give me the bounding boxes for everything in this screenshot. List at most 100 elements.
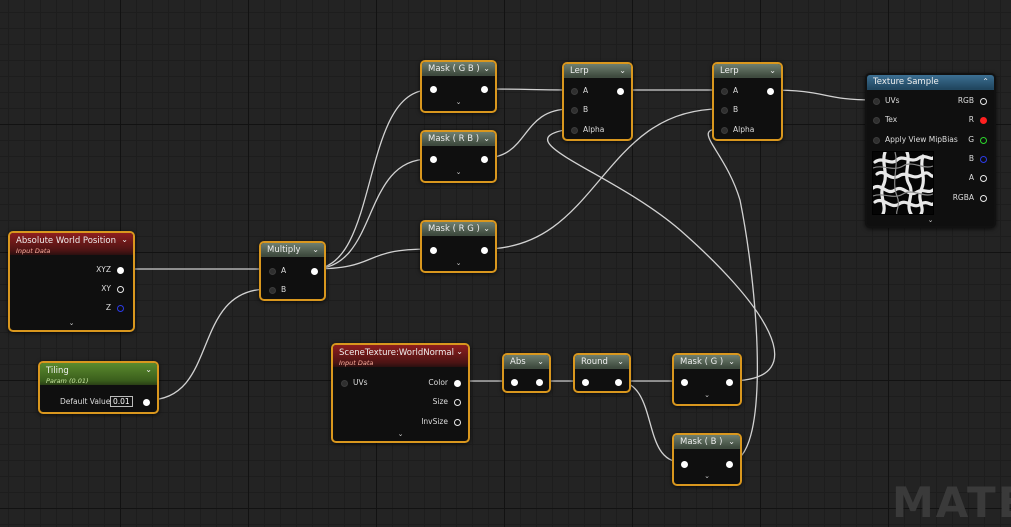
- connection-wires: [121, 88, 875, 463]
- pin-b[interactable]: [571, 107, 578, 114]
- chevron-down-icon[interactable]: ⌄: [537, 357, 544, 366]
- pin-output[interactable]: [311, 268, 318, 275]
- pin-tex[interactable]: [873, 117, 880, 124]
- expand-icon[interactable]: ⌄: [456, 259, 462, 267]
- pin-input[interactable]: [681, 461, 688, 468]
- chevron-down-icon[interactable]: ⌄: [617, 357, 624, 366]
- mask-rb-node[interactable]: Mask ( R B ) ⌄ ⌄: [420, 130, 497, 183]
- pin-output[interactable]: [726, 461, 733, 468]
- node-title: Multiply: [267, 245, 301, 255]
- node-header: Texture Sample ⌃: [867, 75, 994, 90]
- pin-rgb[interactable]: [980, 98, 987, 105]
- chevron-down-icon[interactable]: ⌄: [456, 347, 463, 356]
- mask-g-node[interactable]: Mask ( G ) ⌄ ⌄: [672, 353, 742, 406]
- mask-b-node[interactable]: Mask ( B ) ⌄ ⌄: [672, 433, 742, 486]
- pin-output[interactable]: [617, 88, 624, 95]
- pin-output[interactable]: [536, 379, 543, 386]
- expand-icon[interactable]: ⌄: [456, 98, 462, 106]
- pin-label-tex: Tex: [885, 115, 898, 124]
- node-header: Mask ( G ) ⌄: [674, 355, 740, 369]
- pin-b[interactable]: [980, 156, 987, 163]
- expand-icon[interactable]: ⌄: [456, 168, 462, 176]
- pin-b[interactable]: [269, 287, 276, 294]
- chevron-down-icon[interactable]: ⌄: [619, 66, 626, 75]
- expand-icon[interactable]: ⌄: [398, 430, 404, 438]
- expand-icon[interactable]: ⌄: [704, 391, 710, 399]
- pin-size[interactable]: [454, 399, 461, 406]
- pin-alpha[interactable]: [571, 127, 578, 134]
- pin-output[interactable]: [726, 379, 733, 386]
- pin-input[interactable]: [511, 379, 518, 386]
- pin-uvs[interactable]: [341, 380, 348, 387]
- pin-output[interactable]: [481, 156, 488, 163]
- chevron-down-icon[interactable]: ⌄: [483, 134, 490, 143]
- expand-icon[interactable]: ⌄: [69, 319, 75, 327]
- expand-icon[interactable]: ⌄: [704, 472, 710, 480]
- wire: [147, 288, 269, 401]
- pin-mipbias[interactable]: [873, 137, 880, 144]
- pin-a[interactable]: [980, 175, 987, 182]
- chevron-up-icon[interactable]: ⌃: [982, 77, 989, 86]
- pin-input[interactable]: [681, 379, 688, 386]
- pin-label-alpha: Alpha: [583, 125, 605, 134]
- pin-output[interactable]: [481, 86, 488, 93]
- texture-sample-node[interactable]: Texture Sample ⌃ UVs Tex Apply View MipB…: [865, 73, 996, 228]
- pin-output[interactable]: [615, 379, 622, 386]
- chevron-down-icon[interactable]: ⌄: [769, 66, 776, 75]
- pin-output[interactable]: [481, 247, 488, 254]
- multiply-node[interactable]: Multiply ⌄ A B: [259, 241, 326, 301]
- pin-xyz[interactable]: [117, 267, 124, 274]
- pin-invsize[interactable]: [454, 419, 461, 426]
- chevron-down-icon[interactable]: ⌄: [483, 224, 490, 233]
- pin-label-size: Size: [432, 397, 448, 406]
- node-header: Multiply ⌄: [261, 243, 324, 257]
- node-title: SceneTexture:WorldNormal: [339, 348, 455, 358]
- wire: [546, 128, 776, 382]
- absolute-world-position-node[interactable]: Absolute World Position Input Data ⌄ XYZ…: [8, 231, 135, 332]
- chevron-down-icon[interactable]: ⌄: [145, 365, 152, 374]
- tiling-param-node[interactable]: Tiling Param (0.01) ⌄ Default Value 0.01: [38, 361, 159, 414]
- node-title: Mask ( R B ): [428, 134, 480, 144]
- chevron-down-icon[interactable]: ⌄: [483, 64, 490, 73]
- pin-alpha[interactable]: [721, 127, 728, 134]
- default-value-field[interactable]: 0.01: [110, 396, 133, 407]
- node-header: Mask ( G B ) ⌄: [422, 62, 495, 76]
- chevron-down-icon[interactable]: ⌄: [728, 357, 735, 366]
- pin-label-mipbias: Apply View MipBias: [885, 135, 958, 144]
- pin-a[interactable]: [571, 88, 578, 95]
- mask-gb-node[interactable]: Mask ( G B ) ⌄ ⌄: [420, 60, 497, 113]
- pin-z[interactable]: [117, 305, 124, 312]
- pin-r[interactable]: [980, 117, 987, 124]
- pin-input[interactable]: [430, 247, 437, 254]
- pin-label-uvs: UVs: [353, 378, 368, 387]
- node-title: Abs: [510, 357, 526, 367]
- pin-a[interactable]: [721, 88, 728, 95]
- chevron-down-icon[interactable]: ⌄: [728, 437, 735, 446]
- scene-texture-worldnormal-node[interactable]: SceneTexture:WorldNormal Input Data ⌄ UV…: [331, 343, 470, 443]
- pin-a[interactable]: [269, 268, 276, 275]
- mask-rg-node[interactable]: Mask ( R G ) ⌄ ⌄: [420, 220, 497, 273]
- pin-g[interactable]: [980, 137, 987, 144]
- pin-rgba[interactable]: [980, 195, 987, 202]
- pin-uvs[interactable]: [873, 98, 880, 105]
- pin-input[interactable]: [430, 156, 437, 163]
- pin-label-rgba: RGBA: [952, 193, 974, 202]
- node-header: Lerp ⌄: [714, 64, 781, 78]
- round-node[interactable]: Round ⌄: [573, 353, 631, 393]
- pin-color[interactable]: [454, 380, 461, 387]
- pin-b[interactable]: [721, 107, 728, 114]
- abs-node[interactable]: Abs ⌄: [502, 353, 551, 393]
- pin-input[interactable]: [430, 86, 437, 93]
- node-header: Abs ⌄: [504, 355, 549, 369]
- pin-output[interactable]: [767, 88, 774, 95]
- lerp-node-2[interactable]: Lerp ⌄ A B Alpha: [712, 62, 783, 141]
- lerp-node-1[interactable]: Lerp ⌄ A B Alpha: [562, 62, 633, 141]
- chevron-down-icon[interactable]: ⌄: [312, 245, 319, 254]
- expand-icon[interactable]: ⌄: [928, 216, 934, 224]
- pin-xy[interactable]: [117, 286, 124, 293]
- pin-label-b: B: [583, 105, 589, 114]
- chevron-down-icon[interactable]: ⌄: [121, 235, 128, 244]
- node-header: SceneTexture:WorldNormal Input Data ⌄: [333, 345, 468, 367]
- pin-output[interactable]: [143, 399, 150, 406]
- pin-input[interactable]: [582, 379, 589, 386]
